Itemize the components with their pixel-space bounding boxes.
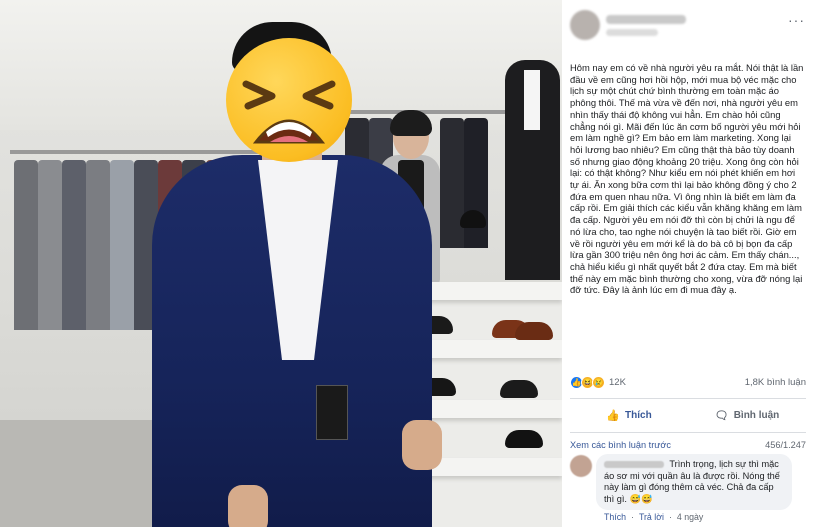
- staff-hair: [390, 110, 432, 136]
- thumbs-up-icon: 👍: [606, 409, 621, 422]
- post-header: ···: [562, 0, 813, 52]
- hanging-coat: [62, 160, 86, 330]
- shoe: [515, 322, 553, 340]
- hanging-coat: [38, 160, 62, 330]
- hanging-coat: [110, 160, 134, 330]
- comment-bubble: Trình trọng, lịch sự thì mặc áo sơ mi vớ…: [596, 454, 792, 510]
- emoji-face-svg: [242, 80, 336, 144]
- shoe: [505, 430, 543, 448]
- comment-actions: Thích · Trả lời · 4 ngày: [604, 512, 703, 522]
- divider: [570, 432, 806, 433]
- tired-face-emoji-icon: [226, 38, 352, 162]
- view-more-comments: Xem các bình luận trước 456/1.247: [570, 440, 806, 450]
- like-button[interactable]: 👍 Thích: [570, 402, 688, 428]
- comment-count[interactable]: 1,8K bình luận: [745, 377, 806, 388]
- comment-button[interactable]: 🗨 Bình luận: [688, 402, 806, 428]
- reaction-count[interactable]: 12K: [609, 377, 626, 388]
- reaction-summary[interactable]: 👍 😆 😢 12K 1,8K bình luận: [570, 372, 806, 392]
- commenter-name-blurred[interactable]: [604, 461, 664, 469]
- facebook-post: ··· Hôm nay em có về nhà người yêu ra mắ…: [562, 0, 813, 527]
- separator: ·: [631, 512, 634, 522]
- comment-bubble-icon: 🗨: [714, 409, 729, 422]
- post-actions: 👍 Thích 🗨 Bình luận: [570, 402, 806, 428]
- like-label: Thích: [625, 409, 652, 421]
- separator: ·: [668, 512, 672, 522]
- comment-time: 4 ngày: [676, 512, 704, 522]
- price-tag: [316, 385, 348, 440]
- hand: [228, 485, 268, 527]
- comment-label: Bình luận: [733, 409, 780, 421]
- post-photo[interactable]: [0, 0, 562, 527]
- comment-like-link[interactable]: Thích: [604, 512, 626, 522]
- hanging-coat: [86, 160, 110, 330]
- hanging-coat: [440, 118, 464, 248]
- comment-counter: 456/1.247: [765, 440, 806, 450]
- shoe: [500, 380, 538, 398]
- hanging-coat: [464, 118, 488, 248]
- comment-reply-link[interactable]: Trả lời: [639, 512, 664, 522]
- view-previous-comments-link[interactable]: Xem các bình luận trước: [570, 440, 671, 450]
- author-name-blurred[interactable]: [606, 15, 686, 24]
- more-options-icon[interactable]: ···: [788, 12, 805, 28]
- post-text: Hôm nay em có về nhà người yêu ra mắt. N…: [570, 62, 804, 296]
- clothing-rail: [10, 150, 260, 154]
- divider: [570, 398, 806, 399]
- post-meta-blurred: [606, 29, 658, 36]
- sad-icon: 😢: [592, 375, 605, 389]
- commenter-avatar[interactable]: [570, 455, 592, 477]
- mannequin-shirt: [524, 70, 540, 130]
- hanging-coat: [14, 160, 38, 330]
- author-avatar[interactable]: [570, 10, 600, 40]
- hand: [402, 420, 442, 470]
